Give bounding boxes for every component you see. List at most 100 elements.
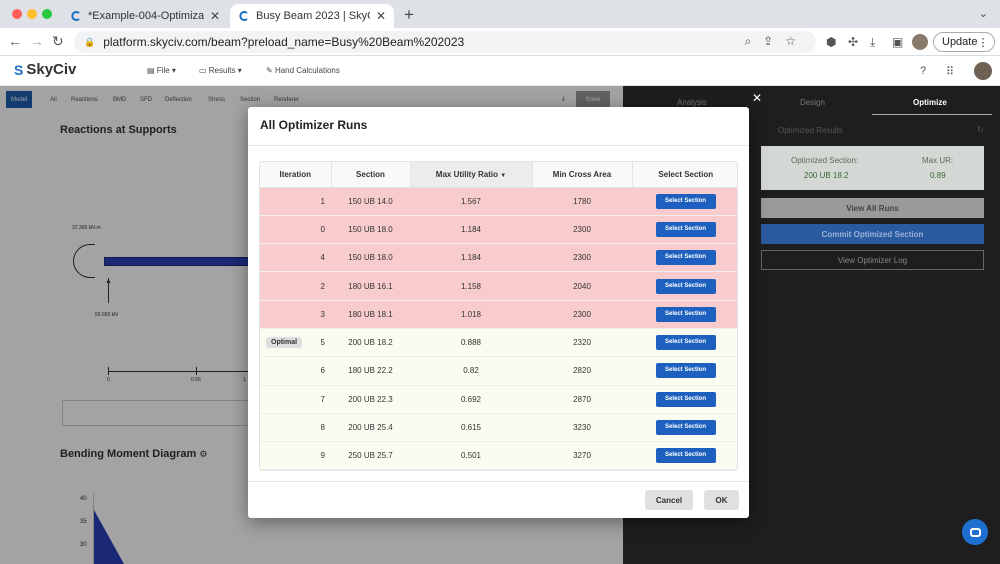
- skyciv-logo-icon: S: [14, 61, 24, 78]
- tab-optimize[interactable]: Optimize: [913, 98, 947, 107]
- column-header-section[interactable]: Section: [331, 162, 411, 188]
- section-cell: 150 UB 14.0: [331, 187, 410, 216]
- max-utility-ratio-cell: 1.184: [410, 243, 532, 273]
- tab-analysis[interactable]: Analysis: [677, 98, 707, 107]
- tab-title: *Example-004-Optimization | S: [88, 10, 204, 22]
- select-section-button[interactable]: Select Section: [655, 250, 716, 266]
- select-section-button[interactable]: Select Section: [655, 363, 716, 379]
- sidebar-icon[interactable]: ▣: [892, 35, 903, 49]
- cancel-button[interactable]: Cancel: [645, 490, 693, 510]
- max-utility-ratio-cell: 1.567: [410, 187, 532, 216]
- menu-hand-calculations[interactable]: ✎ Hand Calculations: [266, 66, 340, 75]
- select-section-cell: Select Section: [632, 328, 737, 358]
- window-minimize-button[interactable]: [27, 9, 37, 19]
- all-optimizer-runs-modal: All Optimizer Runs Iteration Section Max…: [248, 107, 749, 518]
- select-section-button[interactable]: Select Section: [655, 278, 716, 294]
- column-header-min-cross-area[interactable]: Min Cross Area: [532, 162, 633, 188]
- chat-support-button[interactable]: [962, 519, 988, 545]
- apps-grid-icon[interactable]: ⠿: [946, 65, 954, 78]
- select-section-button[interactable]: Select Section: [655, 448, 716, 464]
- user-avatar[interactable]: [974, 62, 992, 80]
- table-header-row: Iteration Section Max Utility Ratio ▼ Mi…: [260, 162, 737, 188]
- chat-icon: [969, 527, 981, 537]
- section-cell: 200 UB 18.2: [331, 328, 410, 358]
- browser-tab-optimization[interactable]: *Example-004-Optimization | S ✕: [62, 4, 228, 28]
- select-section-button[interactable]: Select Section: [655, 335, 716, 351]
- section-cell: 180 UB 22.2: [331, 356, 410, 386]
- extension-shield-icon[interactable]: ⬢: [826, 35, 836, 49]
- table-row: 3 180 UB 18.1 1.018 2300 Select Section: [260, 300, 737, 329]
- omnibox-action-icons[interactable]: ⌕⇪☆: [744, 34, 808, 49]
- select-section-button[interactable]: Select Section: [655, 420, 716, 436]
- select-section-cell: Select Section: [632, 356, 737, 386]
- column-header-iteration[interactable]: Iteration: [260, 162, 332, 188]
- select-section-button[interactable]: Select Section: [655, 306, 716, 322]
- window-zoom-button[interactable]: [42, 9, 52, 19]
- tab-title: Busy Beam 2023 | SkyCiv Bea: [256, 10, 370, 22]
- section-cell: 200 UB 25.4: [331, 413, 410, 443]
- min-cross-area-cell: 2040: [532, 271, 632, 301]
- download-icon[interactable]: ⤓: [870, 35, 875, 50]
- iteration-cell: 6: [260, 356, 331, 386]
- iteration-cell: 9: [260, 441, 331, 470]
- select-section-button[interactable]: Select Section: [655, 221, 716, 237]
- update-button[interactable]: Update ⋮: [933, 32, 995, 52]
- select-section-button[interactable]: Select Section: [655, 391, 716, 407]
- view-all-runs-button[interactable]: View All Runs: [761, 198, 984, 218]
- tab-close-icon[interactable]: ✕: [210, 9, 220, 23]
- select-section-cell: Select Section: [632, 187, 737, 216]
- window-close-button[interactable]: [12, 9, 22, 19]
- back-arrow-icon[interactable]: ←: [8, 33, 22, 49]
- optimizer-runs-table: Iteration Section Max Utility Ratio ▼ Mi…: [259, 161, 738, 471]
- url-text: platform.skyciv.com/beam?preload_name=Bu…: [103, 35, 465, 49]
- skyciv-logo[interactable]: S SkyCiv: [14, 61, 76, 78]
- logo-text: SkyCiv: [26, 61, 77, 78]
- ok-button[interactable]: OK: [704, 490, 739, 510]
- table-row: 1 150 UB 14.0 1.567 1780 Select Section: [260, 187, 737, 216]
- address-bar[interactable]: 🔒 platform.skyciv.com/beam?preload_name=…: [74, 31, 816, 53]
- iteration-value: 7: [320, 394, 325, 404]
- max-utility-ratio-cell: 0.615: [410, 413, 532, 443]
- table-row: 2 180 UB 16.1 1.158 2040 Select Section: [260, 271, 737, 301]
- select-section-cell: Select Section: [632, 441, 737, 470]
- max-utility-ratio-cell: 0.82: [410, 356, 532, 386]
- close-icon[interactable]: ✕: [752, 91, 762, 105]
- section-cell: 180 UB 18.1: [331, 300, 410, 329]
- optimized-results-heading: Optimized Results: [778, 126, 843, 135]
- column-header-max-utility-ratio[interactable]: Max Utility Ratio ▼: [410, 162, 533, 188]
- max-utility-ratio-cell: 1.158: [410, 271, 532, 301]
- iteration-cell: 0: [260, 215, 331, 245]
- section-cell: 150 UB 18.0: [331, 243, 410, 273]
- min-cross-area-cell: 1780: [532, 187, 632, 216]
- sort-descending-icon: ▼: [500, 172, 507, 179]
- refresh-icon[interactable]: ↻: [977, 125, 984, 134]
- new-tab-button[interactable]: +: [404, 5, 414, 25]
- min-cross-area-cell: 2300: [532, 243, 632, 273]
- puzzle-icon[interactable]: ✣: [848, 35, 858, 49]
- menu-results[interactable]: ▭ Results ▾: [199, 66, 242, 75]
- view-optimizer-log-button[interactable]: View Optimizer Log: [761, 250, 984, 270]
- max-ur-label: Max UR:: [922, 156, 954, 165]
- reload-icon[interactable]: ↻: [52, 33, 64, 50]
- tab-design[interactable]: Design: [800, 98, 825, 107]
- min-cross-area-cell: 2300: [532, 215, 632, 245]
- max-utility-ratio-cell: 0.692: [410, 385, 532, 414]
- min-cross-area-cell: 3230: [532, 413, 632, 443]
- skyciv-favicon-icon: [71, 11, 80, 21]
- select-section-button[interactable]: Select Section: [655, 193, 716, 209]
- profile-avatar[interactable]: [912, 34, 928, 50]
- iteration-value: 2: [320, 281, 325, 291]
- iteration-value: 3: [320, 309, 325, 319]
- help-icon[interactable]: ?: [920, 65, 926, 77]
- forward-arrow-icon[interactable]: →: [30, 33, 44, 49]
- browser-tab-busy-beam[interactable]: Busy Beam 2023 | SkyCiv Bea ✕: [230, 4, 394, 28]
- section-cell: 180 UB 16.1: [331, 271, 410, 301]
- lock-icon: 🔒: [84, 36, 96, 47]
- min-cross-area-cell: 2820: [532, 356, 632, 386]
- commit-optimized-section-button[interactable]: Commit Optimized Section: [761, 224, 984, 244]
- chevron-down-icon[interactable]: ⌄: [979, 7, 988, 20]
- tab-close-icon[interactable]: ✕: [376, 9, 386, 23]
- select-section-cell: Select Section: [632, 413, 737, 443]
- menu-file[interactable]: ▤ File ▾: [147, 66, 176, 75]
- tab-underline: [872, 114, 992, 115]
